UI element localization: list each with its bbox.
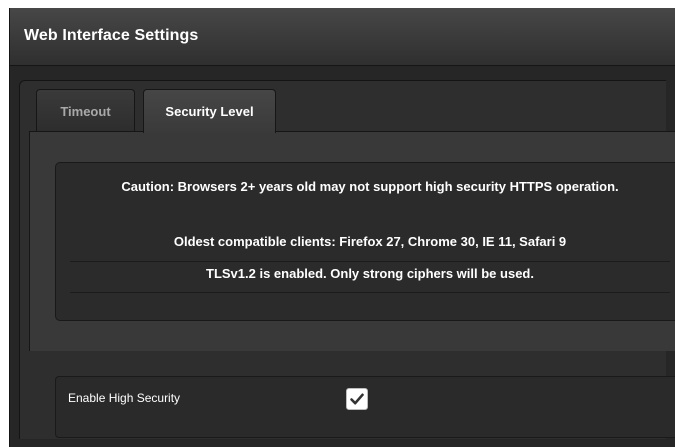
- check-icon: [350, 393, 364, 405]
- enable-high-security-label: Enable High Security: [68, 391, 181, 405]
- browser-caution-text: Caution: Browsers 2+ years old may not s…: [121, 179, 619, 194]
- info-divider: [70, 261, 670, 262]
- panel-title: Web Interface Settings: [24, 27, 199, 44]
- info-divider: [70, 292, 670, 293]
- oldest-compatible-clients-text: Oldest compatible clients: Firefox 27, C…: [173, 234, 567, 249]
- tab-security-level[interactable]: Security Level: [143, 89, 276, 133]
- panel-header: Web Interface Settings: [10, 8, 675, 66]
- tab-timeout[interactable]: Timeout: [36, 89, 135, 132]
- tls-status-text: TLSv1.2 is enabled. Only strong ciphers …: [206, 266, 534, 281]
- page: Web Interface Settings Timeout Security …: [0, 0, 675, 447]
- enable-high-security-checkbox[interactable]: [346, 388, 368, 410]
